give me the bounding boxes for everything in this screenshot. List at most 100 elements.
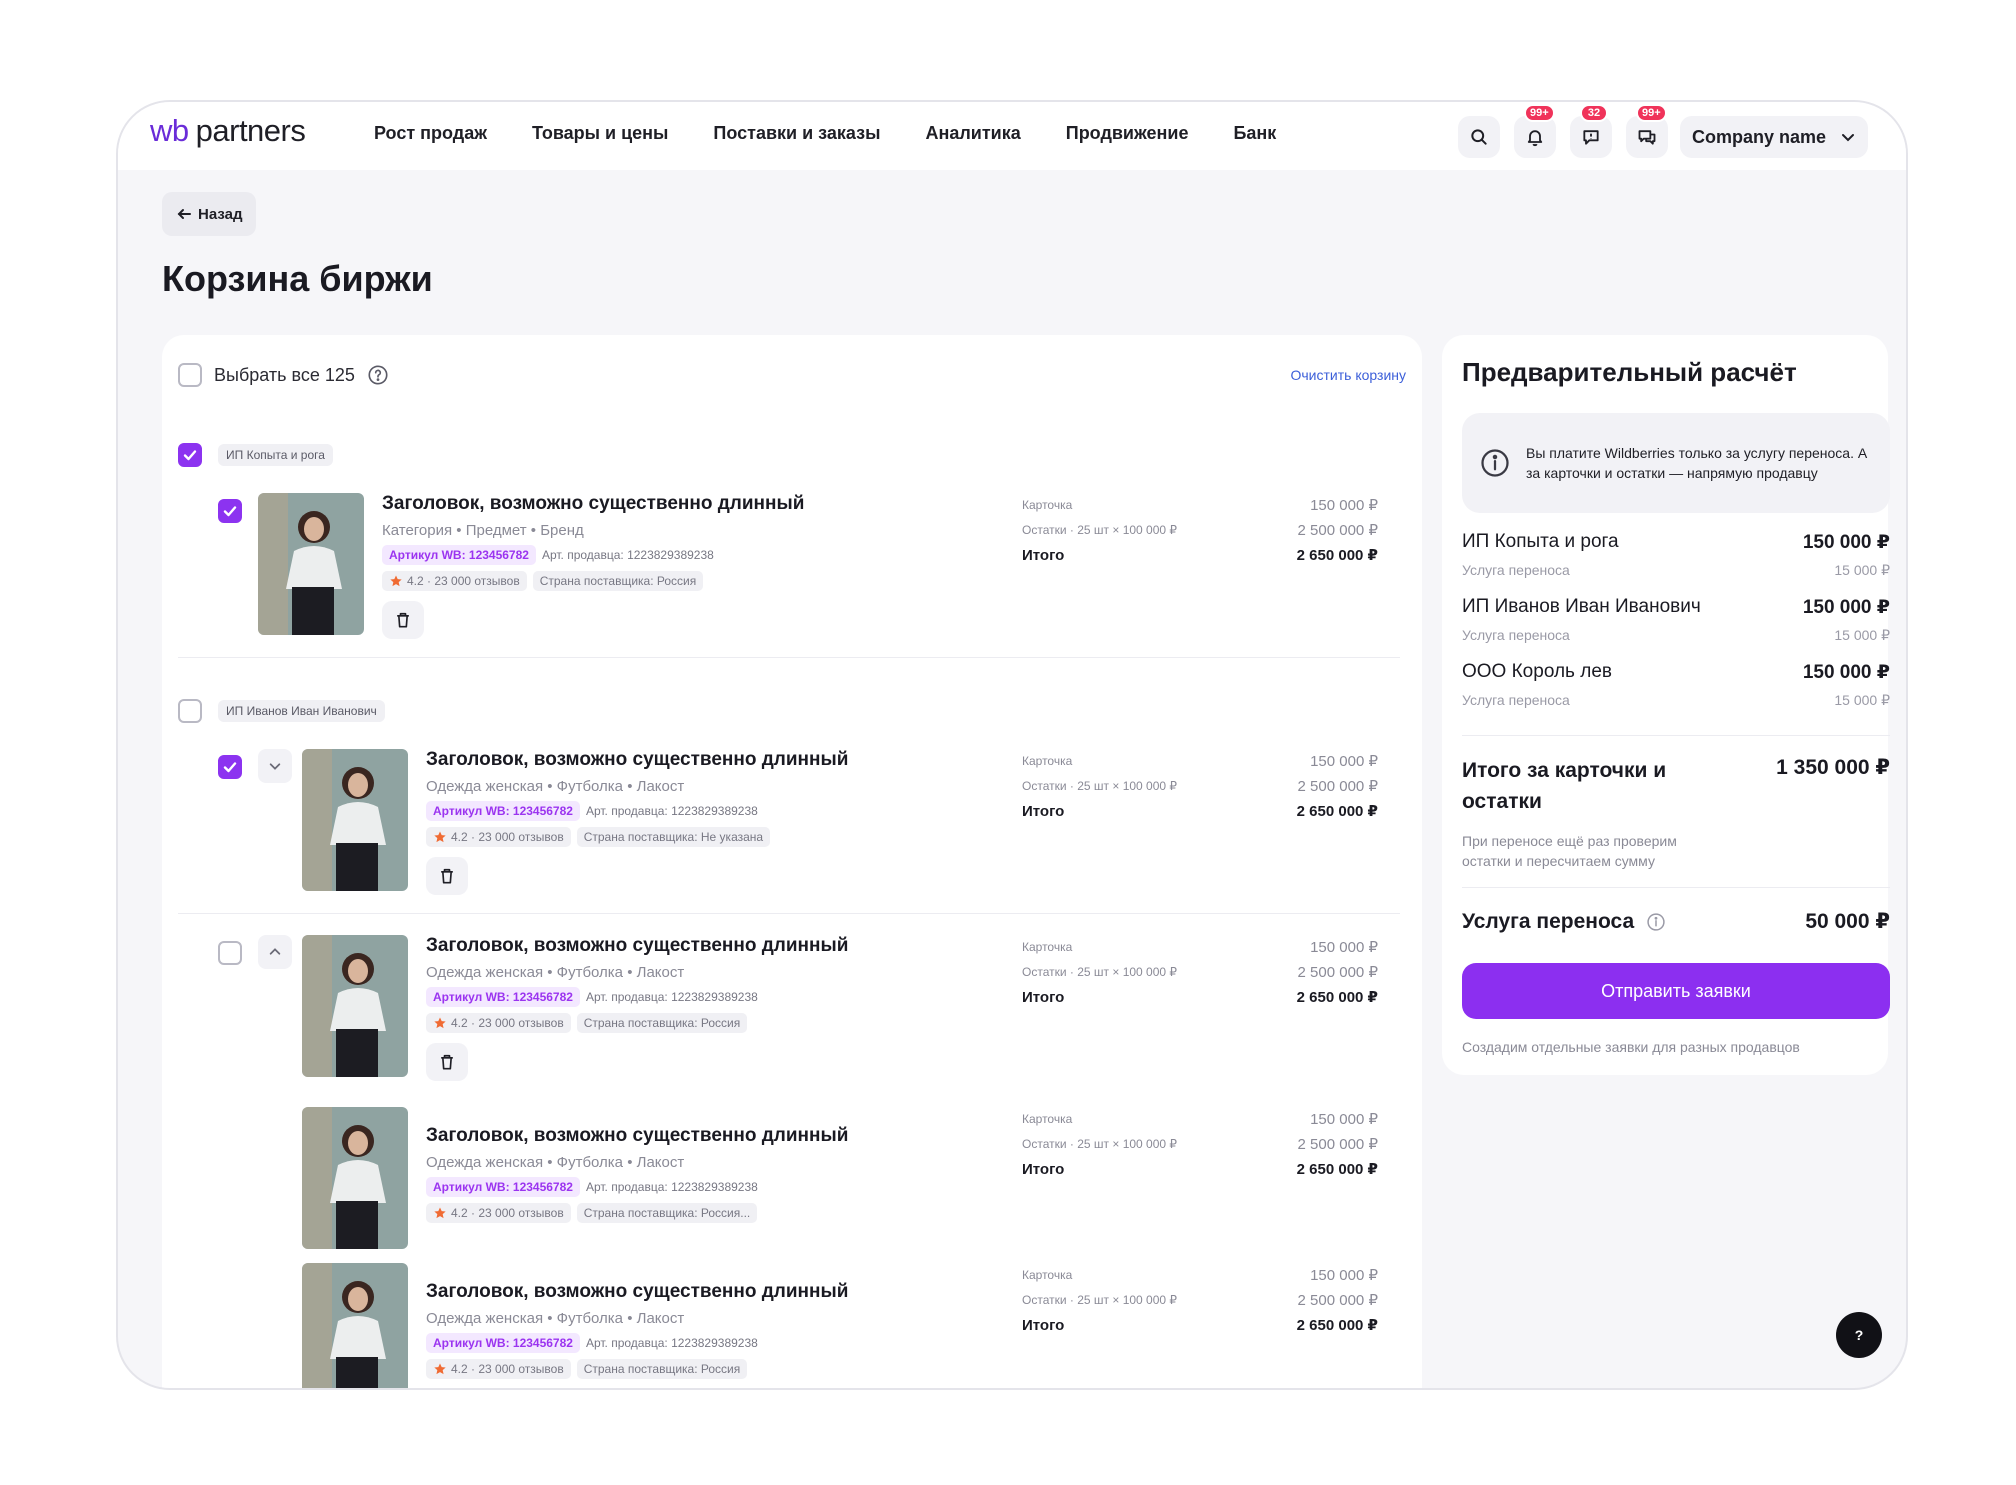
article-wb-tag: Артикул WB: 123456782 [426, 801, 580, 821]
top-bar: wb partners Рост продаж Товары и цены По… [118, 102, 1906, 170]
summary-seller-name: ИП Копыта и рога [1462, 531, 1619, 552]
summary-title: Предварительный расчёт [1462, 357, 1797, 387]
item-tags: Артикул WB: 123456782 Арт. продавца: 122… [426, 987, 848, 1007]
select-all-checkbox[interactable] [178, 363, 202, 387]
item-subtitle: Одежда женская • Футболка • Лакост [426, 1310, 685, 1327]
submit-requests-button[interactable]: Отправить заявки [1462, 963, 1890, 1019]
item-title[interactable]: Заголовок, возможно существенно длинный [426, 935, 848, 957]
trash-icon [441, 1054, 453, 1070]
back-button[interactable]: Назад [162, 192, 257, 236]
rating-tag: 4.2 · 23 000 отзывов [382, 571, 527, 591]
seller-checkbox[interactable] [178, 699, 202, 723]
summary-seller-amount: 150 000 ₽ [1802, 597, 1890, 618]
chevron-down-icon [269, 763, 281, 770]
item-info: Заголовок, возможно существенно длинный … [426, 1125, 848, 1223]
stock-label: Остатки · 25 шт × 100 000 ₽ [1022, 965, 1178, 979]
collapse-toggle[interactable] [258, 935, 292, 969]
help-button[interactable]: ? [1836, 1312, 1882, 1358]
item-tags: Артикул WB: 123456782 Арт. продавца: 122… [426, 1177, 848, 1197]
star-icon [434, 1207, 446, 1219]
total-hint: При переносе ещё раз проверим остатки и … [1462, 833, 1677, 869]
item-tags: Артикул WB: 123456782 Арт. продавца: 122… [426, 801, 848, 821]
check-icon [223, 506, 237, 517]
question-icon[interactable] [367, 364, 389, 386]
feedback-button[interactable]: 32 [1570, 104, 1612, 158]
logo[interactable]: wb partners [150, 113, 306, 149]
card-label: Карточка [1022, 754, 1073, 768]
header-actions: 99+ 32 99+ [1458, 104, 1668, 158]
article-wb-tag: Артикул WB: 123456782 [426, 1333, 580, 1353]
item-title[interactable]: Заголовок, возможно существенно длинный [382, 493, 804, 515]
total-value: 2 650 000 ₽ [1296, 1317, 1378, 1334]
nav-supplies-orders[interactable]: Поставки и заказы [713, 123, 880, 144]
nav-analytics[interactable]: Аналитика [925, 123, 1020, 144]
item-meta: 4.2 · 23 000 отзывов Страна поставщика: … [426, 1359, 848, 1379]
rating-text: 4.2 · 23 000 отзывов [451, 1016, 564, 1030]
delete-button[interactable] [426, 1043, 468, 1081]
cart-item: Заголовок, возможно существенно длинный … [162, 1107, 1400, 1257]
cart-item: Заголовок, возможно существенно длинный … [162, 493, 1400, 643]
stock-label: Остатки · 25 шт × 100 000 ₽ [1022, 523, 1178, 537]
nav-promotion[interactable]: Продвижение [1066, 123, 1189, 144]
clear-cart-link[interactable]: Очистить корзину [1291, 367, 1407, 383]
chat-button[interactable]: 99+ [1626, 104, 1668, 158]
seller-group-header: ИП Копыта и рога [178, 443, 333, 467]
product-image[interactable] [302, 1107, 408, 1249]
product-image[interactable] [302, 1263, 408, 1388]
product-image[interactable] [302, 935, 408, 1077]
check-icon [223, 762, 237, 773]
stock-label: Остатки · 25 шт × 100 000 ₽ [1022, 1137, 1178, 1151]
feedback-badge: 32 [1580, 104, 1608, 122]
stock-label: Остатки · 25 шт × 100 000 ₽ [1022, 779, 1178, 793]
item-title[interactable]: Заголовок, возможно существенно длинный [426, 1281, 848, 1303]
product-image[interactable] [258, 493, 364, 635]
rating-tag: 4.2 · 23 000 отзывов [426, 1359, 571, 1379]
info-icon[interactable] [1646, 912, 1666, 932]
expand-toggle[interactable] [258, 749, 292, 783]
card-value: 150 000 ₽ [1310, 939, 1378, 956]
star-icon [434, 1017, 446, 1029]
check-icon [183, 450, 197, 461]
summary-service-label: Услуга переноса [1462, 562, 1570, 578]
submit-note: Создадим отдельные заявки для разных про… [1462, 1039, 1800, 1055]
card-value: 150 000 ₽ [1310, 497, 1378, 514]
search-button[interactable] [1458, 116, 1500, 158]
item-checkbox[interactable] [218, 941, 242, 965]
total-label: Итого [1022, 1161, 1065, 1178]
item-title[interactable]: Заголовок, возможно существенно длинный [426, 749, 848, 771]
country-tag: Страна поставщика: Россия [576, 1013, 748, 1033]
cart-panel: Выбрать все 125 Очистить корзину ИП Копы… [162, 335, 1422, 1388]
logo-text: partners [195, 113, 306, 148]
star-icon [434, 1363, 446, 1375]
summary-seller-name: ООО Король лев [1462, 661, 1612, 682]
total-label: Итого за карточки и остатки [1462, 759, 1667, 813]
summary-seller-name: ИП Иванов Иван Иванович [1462, 596, 1701, 617]
nav-bank[interactable]: Банк [1233, 123, 1276, 144]
summary-seller-row: ИП Иванов Иван Иванович 150 000 ₽ Услуга … [1462, 596, 1890, 644]
nav-products-prices[interactable]: Товары и цены [532, 123, 668, 144]
item-subtitle: Одежда женская • Футболка • Лакост [426, 1154, 685, 1171]
seller-checkbox[interactable] [178, 443, 202, 467]
cart-item: Заголовок, возможно существенно длинный … [162, 935, 1400, 1085]
product-image[interactable] [302, 749, 408, 891]
item-tags: Артикул WB: 123456782 Арт. продавца: 122… [382, 545, 804, 565]
notifications-button[interactable]: 99+ [1514, 104, 1556, 158]
total-label: Итого [1022, 547, 1065, 564]
nav-sales-growth[interactable]: Рост продаж [374, 123, 487, 144]
total-value: 2 650 000 ₽ [1296, 989, 1378, 1006]
card-label: Карточка [1022, 940, 1073, 954]
chevron-up-icon [269, 948, 281, 955]
company-selector[interactable]: Company name [1680, 116, 1869, 158]
seller-name-chip: ИП Копыта и рога [218, 444, 333, 466]
card-value: 150 000 ₽ [1310, 753, 1378, 770]
total-value: 2 650 000 ₽ [1296, 1161, 1378, 1178]
divider [1462, 887, 1890, 888]
item-checkbox[interactable] [218, 499, 242, 523]
delete-button[interactable] [426, 857, 468, 895]
company-name: Company name [1692, 126, 1827, 147]
rating-tag: 4.2 · 23 000 отзывов [426, 1203, 571, 1223]
rating-tag: 4.2 · 23 000 отзывов [426, 827, 571, 847]
item-checkbox[interactable] [218, 755, 242, 779]
item-title[interactable]: Заголовок, возможно существенно длинный [426, 1125, 848, 1147]
delete-button[interactable] [382, 601, 424, 639]
